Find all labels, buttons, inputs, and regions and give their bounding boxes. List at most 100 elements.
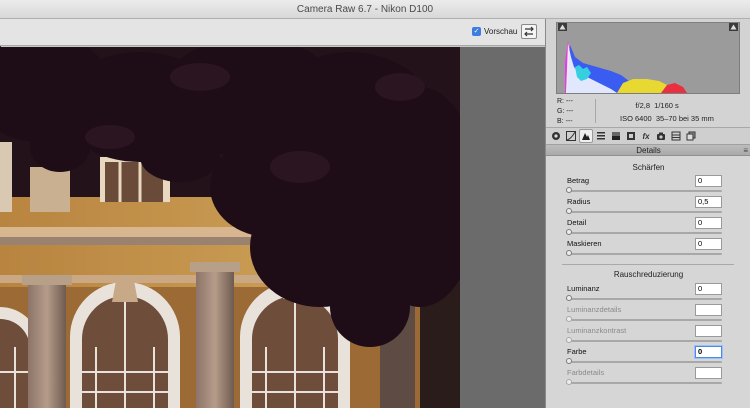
slider-label: Detail xyxy=(567,218,587,227)
slider-track[interactable] xyxy=(566,340,722,342)
slider-luminanzdetails: Luminanzdetails xyxy=(546,304,750,327)
slider-thumb[interactable] xyxy=(566,229,572,235)
luminanzkontrast-input[interactable] xyxy=(695,325,722,337)
slider-farbdetails: Farbdetails xyxy=(546,367,750,390)
tab-basic[interactable] xyxy=(549,129,563,143)
presets-icon xyxy=(671,131,681,141)
detail-icon xyxy=(582,133,590,140)
camera-calibration-icon xyxy=(657,132,665,140)
detail-input[interactable]: 0 xyxy=(695,217,722,229)
camera-info: f/2,8 1/160 s ISO 6400 35–70 bei 35 mm xyxy=(620,99,714,125)
slider-luminanzkontrast: Luminanzkontrast xyxy=(546,325,750,348)
photo-image xyxy=(0,47,460,408)
panel-tabs: fx xyxy=(546,127,750,145)
slider-thumb[interactable] xyxy=(566,295,572,301)
image-canvas[interactable] xyxy=(0,47,545,408)
slider-detail: Detail 0 xyxy=(546,217,750,240)
tab-lens[interactable] xyxy=(624,129,638,143)
slider-thumb[interactable] xyxy=(566,250,572,256)
slider-track[interactable] xyxy=(566,232,722,234)
slider-track[interactable] xyxy=(566,382,722,384)
shutter-value: 1/160 s xyxy=(654,101,679,110)
slider-label: Radius xyxy=(567,197,591,206)
preview-label: Vorschau xyxy=(484,27,518,36)
slider-farbe: Farbe 0 xyxy=(546,346,750,369)
slider-betrag: Betrag 0 xyxy=(546,175,750,198)
histogram xyxy=(556,22,740,94)
tab-presets[interactable] xyxy=(669,129,683,143)
slider-label: Luminanzdetails xyxy=(567,305,622,314)
fx-icon: fx xyxy=(642,131,650,141)
swap-icon xyxy=(524,26,534,37)
slider-maskieren: Maskieren 0 xyxy=(546,238,750,261)
slider-label: Maskieren xyxy=(567,239,602,248)
split-tone-icon xyxy=(612,132,620,140)
histogram-graph xyxy=(565,41,687,93)
slider-track[interactable] xyxy=(566,211,722,213)
toggle-fullscreen-button[interactable] xyxy=(521,24,537,39)
r-label: R: xyxy=(557,98,564,105)
g-value: --- xyxy=(566,108,574,115)
aperture-value: f/2,8 xyxy=(635,101,650,110)
tab-camera-calibration[interactable] xyxy=(654,129,668,143)
r-value: --- xyxy=(565,98,573,105)
slider-luminanz: Luminanz 0 xyxy=(546,283,750,306)
preview-toolbar: ✓ Vorschau xyxy=(0,19,545,46)
luminanzdetails-input[interactable] xyxy=(695,304,722,316)
snapshots-icon xyxy=(686,131,696,141)
slider-thumb[interactable] xyxy=(566,337,572,343)
luminanz-input[interactable]: 0 xyxy=(695,283,722,295)
panel-menu-icon[interactable]: ≡ xyxy=(743,145,748,156)
window-title: Camera Raw 6.7 - Nikon D100 xyxy=(296,4,434,15)
info-divider xyxy=(595,99,596,123)
slider-track[interactable] xyxy=(566,319,722,321)
slider-thumb[interactable] xyxy=(566,316,572,322)
slider-thumb[interactable] xyxy=(566,208,572,214)
slider-radius: Radius 0,5 xyxy=(546,196,750,219)
preview-checkbox[interactable]: ✓ xyxy=(472,27,481,36)
tab-effects[interactable]: fx xyxy=(639,129,653,143)
hsl-icon xyxy=(597,132,605,140)
triangle-up-icon xyxy=(558,23,567,31)
slider-thumb[interactable] xyxy=(566,358,572,364)
lens-icon xyxy=(627,132,635,140)
rgb-readout: R: --- G: --- B: --- xyxy=(557,97,573,127)
tab-tone-curve[interactable] xyxy=(564,129,578,143)
farbe-input[interactable]: 0 xyxy=(695,346,722,358)
triangle-up-icon xyxy=(729,23,738,31)
aperture-icon xyxy=(552,132,560,140)
tab-split-toning[interactable] xyxy=(609,129,623,143)
highlight-clipping-toggle[interactable] xyxy=(729,23,738,31)
tone-curve-icon xyxy=(566,131,576,141)
slider-label: Luminanz xyxy=(567,284,600,293)
slider-track[interactable] xyxy=(566,298,722,300)
slider-label: Farbe xyxy=(567,347,587,356)
noise-section-title: Rauschreduzierung xyxy=(613,270,684,279)
betrag-input[interactable]: 0 xyxy=(695,175,722,187)
slider-track[interactable] xyxy=(566,361,722,363)
g-label: G: xyxy=(557,108,565,115)
preview-toggle[interactable]: ✓ Vorschau xyxy=(472,27,517,36)
iso-value: ISO 6400 xyxy=(620,114,652,123)
tab-snapshots[interactable] xyxy=(684,129,698,143)
section-divider xyxy=(562,264,734,265)
shadow-clipping-toggle[interactable] xyxy=(558,23,567,31)
slider-track[interactable] xyxy=(566,190,722,192)
histogram-area: R: --- G: --- B: --- f/2,8 1/160 s ISO 6… xyxy=(546,19,750,127)
panel-title: Details xyxy=(636,146,661,155)
slider-label: Betrag xyxy=(567,176,590,185)
adjustment-panel: R: --- G: --- B: --- f/2,8 1/160 s ISO 6… xyxy=(545,19,750,408)
b-value: --- xyxy=(565,118,573,125)
maskieren-input[interactable]: 0 xyxy=(695,238,722,250)
slider-label: Luminanzkontrast xyxy=(567,326,627,335)
slider-thumb[interactable] xyxy=(566,187,572,193)
sharpen-section-title: Schärfen xyxy=(632,163,665,172)
title-bar: Camera Raw 6.7 - Nikon D100 xyxy=(0,0,750,19)
slider-track[interactable] xyxy=(566,253,722,255)
photo-preview[interactable] xyxy=(0,47,460,408)
tab-hsl[interactable] xyxy=(594,129,608,143)
radius-input[interactable]: 0,5 xyxy=(695,196,722,208)
tab-detail[interactable] xyxy=(579,129,593,143)
slider-thumb[interactable] xyxy=(566,379,572,385)
farbdetails-input[interactable] xyxy=(695,367,722,379)
